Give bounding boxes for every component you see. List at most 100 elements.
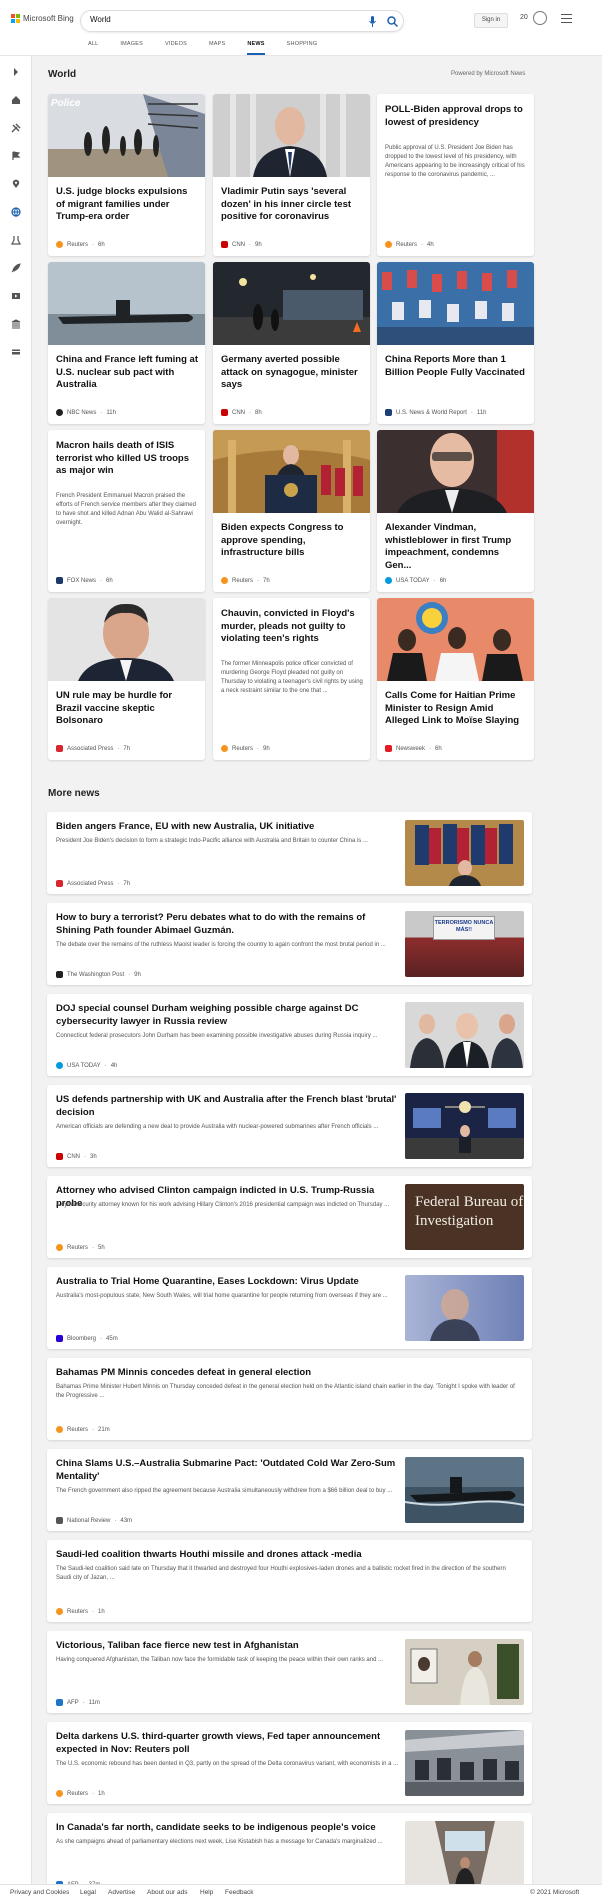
card-source: U.S. News & World Report · 11h: [385, 409, 487, 416]
card-title[interactable]: Calls Come for Haitian Prime Minister to…: [385, 690, 527, 728]
tab-images[interactable]: IMAGES: [120, 41, 143, 55]
news-card[interactable]: China Reports More than 1 Billion People…: [377, 262, 534, 424]
thumb-blurred-portrait: [405, 1275, 524, 1341]
news-card[interactable]: UN rule may be hurdle for Brazil vaccine…: [48, 598, 205, 760]
usnews-logo-icon: [385, 409, 392, 416]
card-title[interactable]: Alexander Vindman, whistleblower in firs…: [385, 522, 527, 572]
footer-link-privacy[interactable]: Privacy and Cookies: [10, 1889, 69, 1896]
list-item[interactable]: Australia to Trial Home Quarantine, Ease…: [47, 1267, 532, 1349]
copyright: © 2021 Microsoft: [530, 1889, 580, 1896]
card-title[interactable]: POLL-Biden approval drops to lowest of p…: [385, 104, 527, 129]
item-title[interactable]: US defends partnership with UK and Austr…: [56, 1093, 401, 1119]
source-name: Reuters: [67, 1244, 89, 1251]
news-card[interactable]: Police U.S. judge blocks expulsions of m…: [48, 94, 205, 256]
tab-maps[interactable]: MAPS: [209, 41, 225, 55]
news-card[interactable]: POLL-Biden approval drops to lowest of p…: [377, 94, 534, 256]
search-box[interactable]: [80, 10, 404, 32]
card-summary: The former Minneapolis police officer co…: [221, 661, 363, 694]
sign-in-button[interactable]: Sign in: [474, 13, 508, 28]
card-title[interactable]: UN rule may be hurdle for Brazil vaccine…: [56, 690, 198, 728]
source-name: Reuters: [67, 1790, 89, 1797]
rewards-count[interactable]: 20: [520, 14, 528, 21]
item-title[interactable]: Bahamas PM Minnis concedes defeat in gen…: [56, 1366, 401, 1379]
news-card[interactable]: Macron hails death of ISIS terrorist who…: [48, 430, 205, 592]
footer-link-feedback[interactable]: Feedback: [225, 1889, 254, 1896]
search-icon[interactable]: [387, 16, 398, 27]
list-item[interactable]: How to bury a terrorist? Peru debates wh…: [47, 903, 532, 985]
item-title[interactable]: Saudi-led coalition thwarts Houthi missi…: [56, 1548, 401, 1561]
card-title[interactable]: Vladimir Putin says 'several dozen' in h…: [221, 186, 363, 224]
tab-shopping[interactable]: SHOPPING: [287, 41, 318, 55]
footer-link-advertise[interactable]: Advertise: [108, 1889, 135, 1896]
tab-videos[interactable]: VIDEOS: [165, 41, 187, 55]
hamburger-menu-icon[interactable]: [561, 14, 572, 24]
card-title[interactable]: Chauvin, convicted in Floyd's murder, pl…: [221, 608, 363, 646]
fox-logo-icon: [56, 577, 63, 584]
item-title[interactable]: Victorious, Taliban face fierce new test…: [56, 1639, 401, 1652]
list-item[interactable]: US defends partnership with UK and Austr…: [47, 1085, 532, 1167]
home-icon[interactable]: [11, 95, 21, 105]
item-summary: The debate over the remains of the ruthl…: [56, 942, 386, 948]
item-summary: Bahamas Prime Minister Hubert Minnis on …: [56, 1384, 515, 1399]
list-item[interactable]: Delta darkens U.S. third-quarter growth …: [47, 1722, 532, 1804]
tab-news[interactable]: NEWS: [247, 41, 265, 55]
card-title[interactable]: Germany averted possible attack on synag…: [221, 354, 363, 392]
source-name: Reuters: [232, 745, 254, 752]
rewards-trophy-icon[interactable]: [533, 11, 547, 25]
microphone-icon[interactable]: [369, 16, 376, 27]
news-card[interactable]: Alexander Vindman, whistleblower in firs…: [377, 430, 534, 592]
list-item[interactable]: DOJ special counsel Durham weighing poss…: [47, 994, 532, 1076]
government-icon[interactable]: [11, 319, 21, 329]
item-title[interactable]: Australia to Trial Home Quarantine, Ease…: [56, 1275, 401, 1288]
card-title[interactable]: China and France left fuming at U.S. nuc…: [56, 354, 198, 392]
item-source: Bloomberg · 45m: [56, 1335, 118, 1342]
tab-all[interactable]: ALL: [88, 41, 98, 55]
location-pin-icon[interactable]: [11, 179, 21, 189]
news-card[interactable]: Chauvin, convicted in Floyd's murder, pl…: [213, 598, 370, 760]
money-icon[interactable]: [11, 347, 21, 357]
card-title[interactable]: China Reports More than 1 Billion People…: [385, 354, 527, 379]
list-item[interactable]: Saudi-led coalition thwarts Houthi missi…: [47, 1540, 532, 1622]
chevron-right-icon[interactable]: [11, 67, 21, 77]
ap-logo-icon: [56, 880, 63, 887]
source-name: Reuters: [67, 1426, 89, 1433]
list-item[interactable]: Bahamas PM Minnis concedes defeat in gen…: [47, 1358, 532, 1440]
list-item[interactable]: Attorney who advised Clinton campaign in…: [47, 1176, 532, 1258]
list-item[interactable]: In Canada's far north, candidate seeks t…: [47, 1813, 532, 1895]
reuters-logo-icon: [56, 1790, 63, 1797]
card-title[interactable]: Biden expects Congress to approve spendi…: [221, 522, 363, 560]
news-card[interactable]: Vladimir Putin says 'several dozen' in h…: [213, 94, 370, 256]
news-card[interactable]: Biden expects Congress to approve spendi…: [213, 430, 370, 592]
card-image-police-night: [213, 262, 370, 345]
item-title[interactable]: DOJ special counsel Durham weighing poss…: [56, 1002, 401, 1028]
source-age: 43m: [120, 1517, 133, 1524]
item-title[interactable]: How to bury a terrorist? Peru debates wh…: [56, 911, 401, 937]
footer-link-help[interactable]: Help: [200, 1889, 213, 1896]
tools-icon[interactable]: [11, 123, 21, 133]
card-title[interactable]: U.S. judge blocks expulsions of migrant …: [56, 186, 198, 224]
footer-link-about-ads[interactable]: About our ads: [147, 1889, 187, 1896]
rocket-icon[interactable]: [11, 263, 21, 273]
list-item[interactable]: Victorious, Taliban face fierce new test…: [47, 1631, 532, 1713]
news-card[interactable]: Calls Come for Haitian Prime Minister to…: [377, 598, 534, 760]
search-input[interactable]: [90, 15, 360, 24]
source-age: 9h: [134, 971, 141, 978]
item-title[interactable]: Delta darkens U.S. third-quarter growth …: [56, 1730, 401, 1756]
microsoft-logo-icon: [11, 14, 20, 23]
entertainment-icon[interactable]: [11, 291, 21, 301]
science-icon[interactable]: [11, 235, 21, 245]
item-title[interactable]: In Canada's far north, candidate seeks t…: [56, 1821, 401, 1834]
bing-logo[interactable]: Microsoft Bing: [11, 14, 74, 23]
globe-icon[interactable]: [11, 207, 21, 217]
list-item[interactable]: Biden angers France, EU with new Austral…: [47, 812, 532, 894]
news-card[interactable]: China and France left fuming at U.S. nuc…: [48, 262, 205, 424]
item-title[interactable]: China Slams U.S.–Australia Submarine Pac…: [56, 1457, 401, 1483]
footer-link-legal[interactable]: Legal: [80, 1889, 96, 1896]
news-card[interactable]: Germany averted possible attack on synag…: [213, 262, 370, 424]
flag-icon[interactable]: [11, 151, 21, 161]
card-title[interactable]: Macron hails death of ISIS terrorist who…: [56, 440, 198, 478]
list-item[interactable]: China Slams U.S.–Australia Submarine Pac…: [47, 1449, 532, 1531]
source-name: Reuters: [396, 241, 418, 248]
sidebar: [0, 56, 32, 1903]
item-title[interactable]: Biden angers France, EU with new Austral…: [56, 820, 401, 833]
